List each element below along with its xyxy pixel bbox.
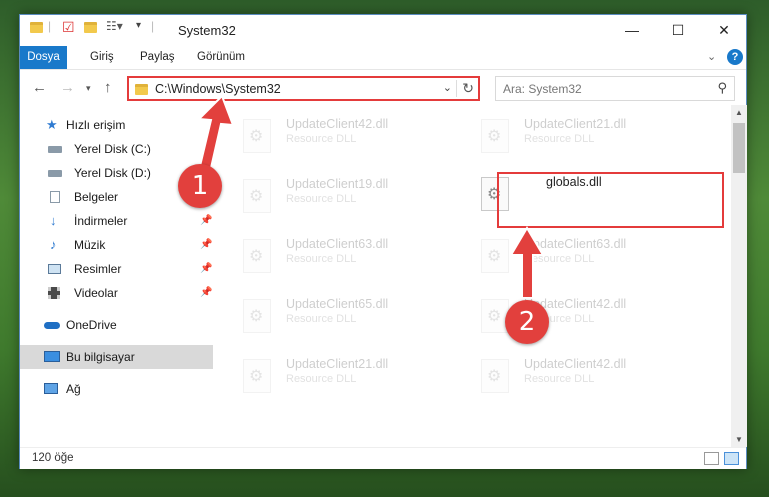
folder-icon <box>30 22 43 33</box>
chevron-down-icon[interactable]: ⌄ <box>443 81 452 94</box>
close-button[interactable]: ✕ <box>701 15 747 45</box>
scroll-thumb[interactable] <box>733 123 745 173</box>
file-item[interactable]: ⚙ UpdateClient21.dll Resource DLL <box>235 353 445 401</box>
address-bar[interactable]: C:\Windows\System32 ⌄ ↻ <box>127 76 480 101</box>
sidebar-item-music[interactable]: ♪ Müzik 📌 <box>20 233 213 257</box>
dll-file-icon: ⚙ <box>481 119 509 153</box>
separator: | <box>151 19 155 33</box>
tab-share[interactable]: Paylaş <box>130 46 185 69</box>
dll-file-icon: ⚙ <box>243 359 271 393</box>
computer-icon <box>44 351 60 362</box>
status-bar: 120 öğe <box>20 447 746 469</box>
sidebar-item-quick-access[interactable]: ★ Hızlı erişim <box>20 113 213 137</box>
step-badge-2: 2 <box>505 300 549 344</box>
dll-file-icon: ⚙ <box>243 119 271 153</box>
file-explorer-window: | ☑ ☷▾ ▾ | System32 — ☐ ✕ Dosya Giriş Pa… <box>19 14 747 469</box>
dll-file-icon: ⚙ <box>481 239 509 273</box>
refresh-icon[interactable]: ↻ <box>456 80 474 97</box>
file-item[interactable]: ⚙ UpdateClient63.dll Resource DLL <box>235 233 445 281</box>
forward-arrow-icon[interactable]: → <box>60 79 75 96</box>
new-folder-icon[interactable] <box>84 22 97 33</box>
title-bar: | ☑ ☷▾ ▾ | System32 — ☐ ✕ <box>20 15 746 46</box>
ribbon-tabs: Dosya Giriş Paylaş Görünüm ⌄ ? <box>20 46 746 94</box>
drive-icon <box>48 146 62 153</box>
maximize-button[interactable]: ☐ <box>655 15 701 45</box>
tab-view[interactable]: Görünüm <box>187 46 255 69</box>
dll-file-icon: ⚙ <box>243 239 271 273</box>
file-item[interactable]: ⚙ UpdateClient21.dll Resource DLL <box>473 113 683 161</box>
minimize-button[interactable]: — <box>609 15 655 45</box>
file-item[interactable]: ⚙ UpdateClient42.dll Resource DLL <box>235 113 445 161</box>
search-input[interactable]: Ara: System32 ⚲ <box>495 76 735 101</box>
navigation-pane: ★ Hızlı erişim Yerel Disk (C:) Yerel Dis… <box>20 105 215 445</box>
separator: | <box>48 19 52 33</box>
music-icon: ♪ <box>50 237 57 252</box>
pin-icon[interactable]: 📌 <box>200 281 212 305</box>
pictures-icon <box>48 264 61 274</box>
search-icon[interactable]: ⚲ <box>717 80 727 96</box>
up-arrow-icon[interactable]: ↑ <box>104 79 112 96</box>
item-count: 120 öğe <box>32 452 74 464</box>
sidebar-item-pictures[interactable]: Resimler 📌 <box>20 257 213 281</box>
highlight-box <box>497 172 724 228</box>
pin-icon[interactable]: 📌 <box>200 257 212 281</box>
back-arrow-icon[interactable]: ← <box>32 79 47 96</box>
recent-locations-icon[interactable]: ▾ <box>86 83 91 94</box>
scroll-down-icon[interactable]: ▼ <box>731 435 747 444</box>
scroll-up-icon[interactable]: ▲ <box>731 108 747 117</box>
star-icon: ★ <box>46 117 58 132</box>
dll-file-icon: ⚙ <box>243 179 271 213</box>
file-item[interactable]: ⚙ UpdateClient19.dll Resource DLL <box>235 173 445 221</box>
sidebar-item-downloads[interactable]: ↓ İndirmeler 📌 <box>20 209 213 233</box>
address-path[interactable]: C:\Windows\System32 <box>155 82 281 96</box>
network-icon <box>44 383 58 394</box>
sidebar-item-onedrive[interactable]: OneDrive <box>20 313 213 337</box>
window-title: System32 <box>178 23 236 38</box>
pin-icon[interactable]: 📌 <box>200 209 212 233</box>
details-view-icon[interactable] <box>704 452 719 465</box>
dll-file-icon: ⚙ <box>243 299 271 333</box>
customize-toolbar-icon[interactable]: ▾ <box>136 20 141 31</box>
sidebar-item-network[interactable]: Ağ <box>20 377 213 401</box>
expand-ribbon-icon[interactable]: ⌄ <box>707 50 716 63</box>
videos-icon <box>48 287 60 299</box>
file-item[interactable]: ⚙ UpdateClient63.dll Resource DLL <box>473 233 683 281</box>
file-item[interactable]: ⚙ UpdateClient65.dll Resource DLL <box>235 293 445 341</box>
sidebar-item-videos[interactable]: Videolar 📌 <box>20 281 213 305</box>
step-badge-1: 1 <box>178 164 222 208</box>
dll-file-icon: ⚙ <box>481 359 509 393</box>
vertical-scrollbar[interactable]: ▲ ▼ <box>731 105 747 447</box>
tiles-view-icon[interactable] <box>724 452 739 465</box>
tab-home[interactable]: Giriş <box>80 46 124 69</box>
documents-icon <box>50 191 60 203</box>
sidebar-item-this-pc[interactable]: Bu bilgisayar <box>20 345 213 369</box>
file-list: ⚙ UpdateClient42.dll Resource DLL ⚙ Upda… <box>235 105 730 445</box>
folder-icon <box>135 84 148 95</box>
navigation-bar: ← → ▾ ↑ C:\Windows\System32 ⌄ ↻ Ara: Sys… <box>20 69 746 105</box>
cloud-icon <box>44 322 60 329</box>
help-icon[interactable]: ? <box>727 49 743 65</box>
sidebar-item-local-disk-c[interactable]: Yerel Disk (C:) <box>20 137 213 161</box>
file-item[interactable]: ⚙ UpdateClient42.dll Resource DLL <box>473 353 683 401</box>
properties-icon[interactable]: ☑ <box>62 19 75 36</box>
drive-icon <box>48 170 62 177</box>
pin-icon[interactable]: 📌 <box>200 233 212 257</box>
search-placeholder: Ara: System32 <box>503 82 582 96</box>
view-options-icon[interactable]: ☷▾ <box>106 19 123 33</box>
download-icon: ↓ <box>50 213 57 228</box>
